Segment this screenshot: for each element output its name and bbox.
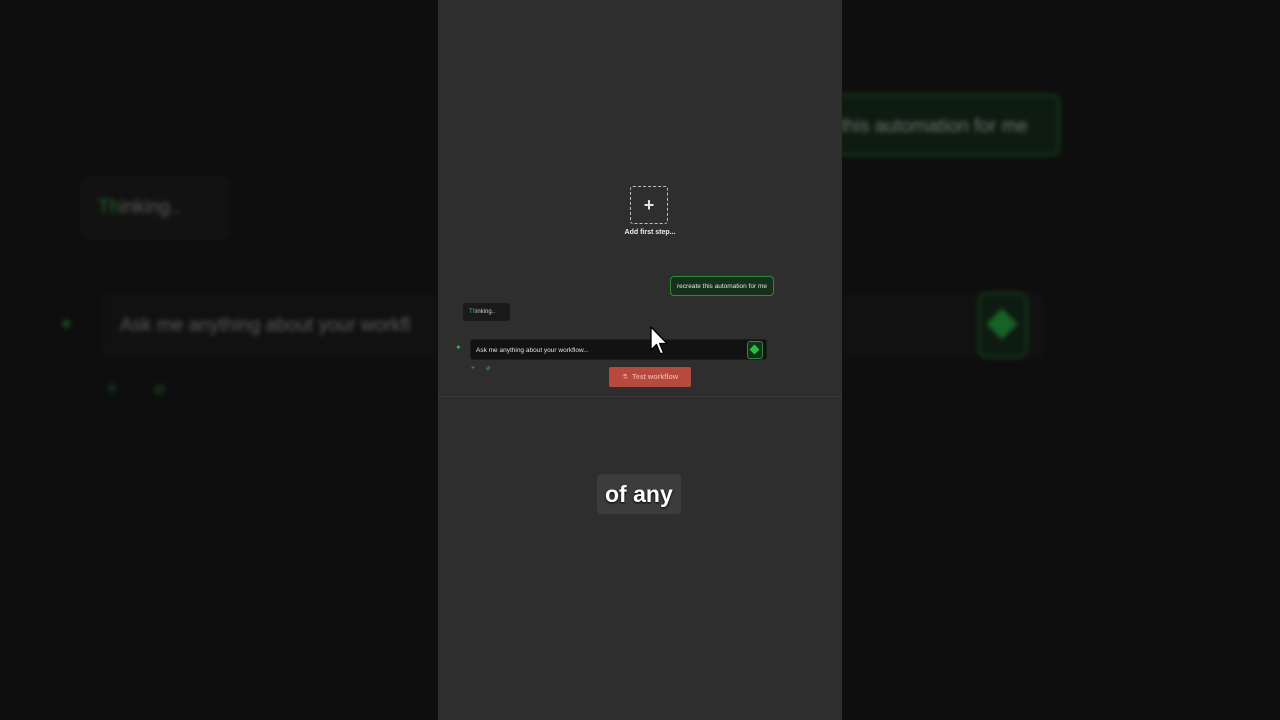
test-workflow-label: Test workflow [632, 373, 679, 381]
divider [438, 396, 842, 397]
flask-icon: ⚗ [621, 374, 629, 381]
video-caption: of any [597, 474, 681, 514]
plus-icon: + [643, 194, 655, 215]
backdrop-sparkle-icon: ✦ [58, 314, 75, 336]
thinking-rest: inking.. [476, 309, 496, 315]
thinking-indicator: Th inking.. [463, 303, 510, 321]
backdrop-paperclip-icon: ⌀ [154, 378, 165, 398]
paperclip-icon[interactable]: ⌀ [486, 364, 490, 372]
user-message-bubble: recreate this automation for me [670, 276, 774, 296]
add-attachment-icon[interactable]: + [471, 365, 475, 372]
send-button[interactable] [747, 341, 763, 359]
chat-input-box [470, 339, 767, 361]
backdrop-thinking-rest: inking.. [120, 197, 181, 218]
sparkle-icon: ✦ [455, 343, 462, 352]
chat-input[interactable] [471, 340, 748, 361]
test-workflow-button[interactable]: ⚗ Test workflow [609, 367, 691, 387]
backdrop-thinking-highlight: Th [98, 197, 121, 218]
backdrop-plus-icon: + [106, 378, 118, 400]
diamond-icon [749, 344, 760, 355]
add-first-step-button[interactable]: + [630, 186, 668, 224]
backdrop-send-icon [978, 292, 1028, 358]
workflow-panel: + Add first step... recreate this automa… [438, 0, 842, 720]
backdrop-thinking-indicator: Thinking.. [82, 178, 227, 238]
add-first-step-label: Add first step... [624, 229, 676, 236]
thinking-highlight: Th [469, 309, 477, 315]
mouse-cursor-icon [650, 326, 668, 355]
